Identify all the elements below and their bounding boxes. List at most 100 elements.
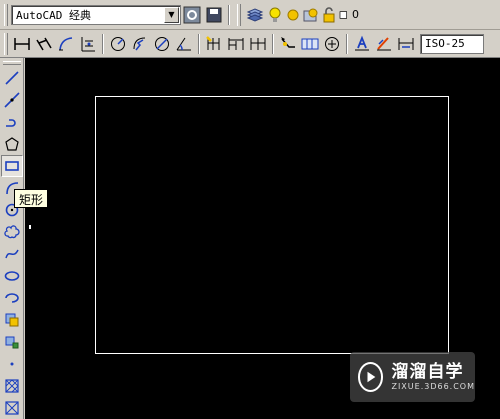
toolbar-grip[interactable] — [4, 3, 8, 26]
current-layer-name: 0 — [352, 8, 359, 21]
insert-block-button[interactable] — [1, 309, 23, 331]
make-block-button[interactable] — [1, 331, 23, 353]
lightbulb-icon — [269, 7, 281, 22]
rectangle-tooltip: 矩形 — [14, 189, 49, 208]
diameter-dimension-button[interactable] — [151, 33, 173, 55]
continue-dimension-button[interactable] — [247, 33, 269, 55]
cursor-icon — [28, 224, 32, 230]
quick-dim-icon — [206, 35, 220, 50]
aligned-dimension-button[interactable] — [33, 33, 55, 55]
angular-dimension-button[interactable] — [173, 33, 195, 55]
save-workspace-button[interactable] — [203, 4, 225, 26]
insert-block-icon — [5, 313, 19, 327]
separator — [346, 33, 348, 54]
workspace-dropdown[interactable]: AutoCAD 经典 ▼ — [11, 4, 181, 25]
radius-dimension-button[interactable] — [107, 33, 129, 55]
angular-dim-icon — [176, 37, 191, 50]
revision-cloud-icon — [4, 225, 20, 239]
spline-button[interactable] — [1, 243, 23, 265]
linear-dimension-button[interactable] — [11, 33, 33, 55]
draw-toolbar — [0, 58, 24, 419]
line-button[interactable] — [1, 67, 23, 89]
dim-update-icon — [398, 37, 414, 50]
ellipse-arc-icon — [5, 293, 19, 303]
arc-length-button[interactable] — [55, 33, 77, 55]
center-mark-icon — [325, 36, 339, 51]
polygon-button[interactable] — [1, 133, 23, 155]
gradient-button[interactable] — [1, 397, 23, 419]
dimension-text-edit-button[interactable] — [373, 33, 395, 55]
dimension-style-value: ISO-25 — [425, 37, 465, 50]
gear-icon — [183, 6, 201, 23]
point-icon — [10, 362, 14, 366]
drawn-rectangle[interactable] — [95, 96, 449, 354]
separator — [102, 33, 104, 54]
workspace-value: AutoCAD 经典 — [16, 8, 91, 22]
toolbar-grip[interactable] — [3, 61, 21, 65]
hatch-button[interactable] — [1, 375, 23, 397]
chevron-down-icon[interactable]: ▼ — [164, 6, 179, 23]
separator — [198, 33, 200, 54]
tolerance-button[interactable] — [299, 33, 321, 55]
viewport-sun-icon — [303, 8, 318, 21]
workspace-save-icon — [206, 7, 222, 22]
arc-length-icon — [59, 36, 73, 50]
center-mark-button[interactable] — [321, 33, 343, 55]
hatch-icon — [5, 379, 19, 393]
dimension-toolbar: ISO-25 — [0, 30, 500, 58]
play-icon — [358, 362, 384, 392]
ordinate-dimension-button[interactable] — [77, 33, 99, 55]
layer-viewport-freeze-toggle[interactable] — [302, 4, 320, 26]
tolerance-icon — [301, 38, 319, 49]
radius-dim-icon — [111, 36, 125, 51]
gradient-icon — [5, 401, 19, 415]
construction-line-button[interactable] — [1, 89, 23, 111]
layer-on-toggle[interactable] — [266, 4, 284, 26]
polyline-icon — [6, 119, 16, 127]
polyline-button[interactable] — [1, 111, 23, 133]
layer-lock-toggle[interactable] — [320, 4, 338, 26]
toolbar-grip[interactable] — [4, 32, 8, 55]
line-icon — [5, 71, 19, 85]
color-square-icon — [339, 10, 347, 19]
autocad-window: AutoCAD 经典 ▼ 0 ISO-25 矩形 溜溜自学 ZIXUE.3D66… — [0, 0, 500, 419]
layer-manager-button[interactable] — [244, 4, 266, 26]
dim-text-edit-icon — [377, 36, 391, 50]
baseline-dimension-button[interactable] — [225, 33, 247, 55]
layers-icon — [246, 7, 264, 22]
aligned-dim-icon — [36, 37, 52, 50]
layer-color-swatch[interactable] — [338, 4, 350, 26]
jogged-dimension-button[interactable] — [129, 33, 151, 55]
rectangle-button[interactable] — [1, 155, 23, 177]
linear-dim-icon — [14, 37, 30, 50]
diameter-dim-icon — [155, 36, 169, 51]
quick-leader-button[interactable] — [277, 33, 299, 55]
dimension-style-dropdown[interactable]: ISO-25 — [420, 33, 484, 54]
toolbar-grip[interactable] — [237, 3, 241, 26]
polygon-icon — [5, 137, 19, 151]
lock-icon — [323, 6, 335, 22]
ellipse-button[interactable] — [1, 265, 23, 287]
dimension-edit-button[interactable] — [351, 33, 373, 55]
workspace-settings-button[interactable] — [181, 4, 203, 26]
leader-icon — [281, 36, 295, 48]
point-button[interactable] — [1, 353, 23, 375]
dimension-update-button[interactable] — [395, 33, 417, 55]
watermark-url: ZIXUE.3D66.COM — [391, 382, 475, 391]
jogged-dim-icon — [133, 37, 146, 50]
quick-dimension-button[interactable] — [203, 33, 225, 55]
watermark-logo: 溜溜自学 ZIXUE.3D66.COM — [350, 352, 475, 402]
make-block-icon — [5, 336, 19, 349]
construction-line-icon — [4, 92, 20, 108]
baseline-dim-icon — [228, 37, 244, 50]
separator — [272, 33, 274, 54]
ellipse-icon — [4, 271, 20, 281]
continue-dim-icon — [250, 37, 266, 50]
revision-cloud-button[interactable] — [1, 221, 23, 243]
separator — [228, 4, 230, 25]
watermark-text: 溜溜自学 ZIXUE.3D66.COM — [391, 362, 475, 392]
sun-icon — [287, 9, 299, 20]
ellipse-arc-button[interactable] — [1, 287, 23, 309]
watermark-title: 溜溜自学 — [391, 362, 464, 382]
layer-freeze-toggle[interactable] — [284, 4, 302, 26]
